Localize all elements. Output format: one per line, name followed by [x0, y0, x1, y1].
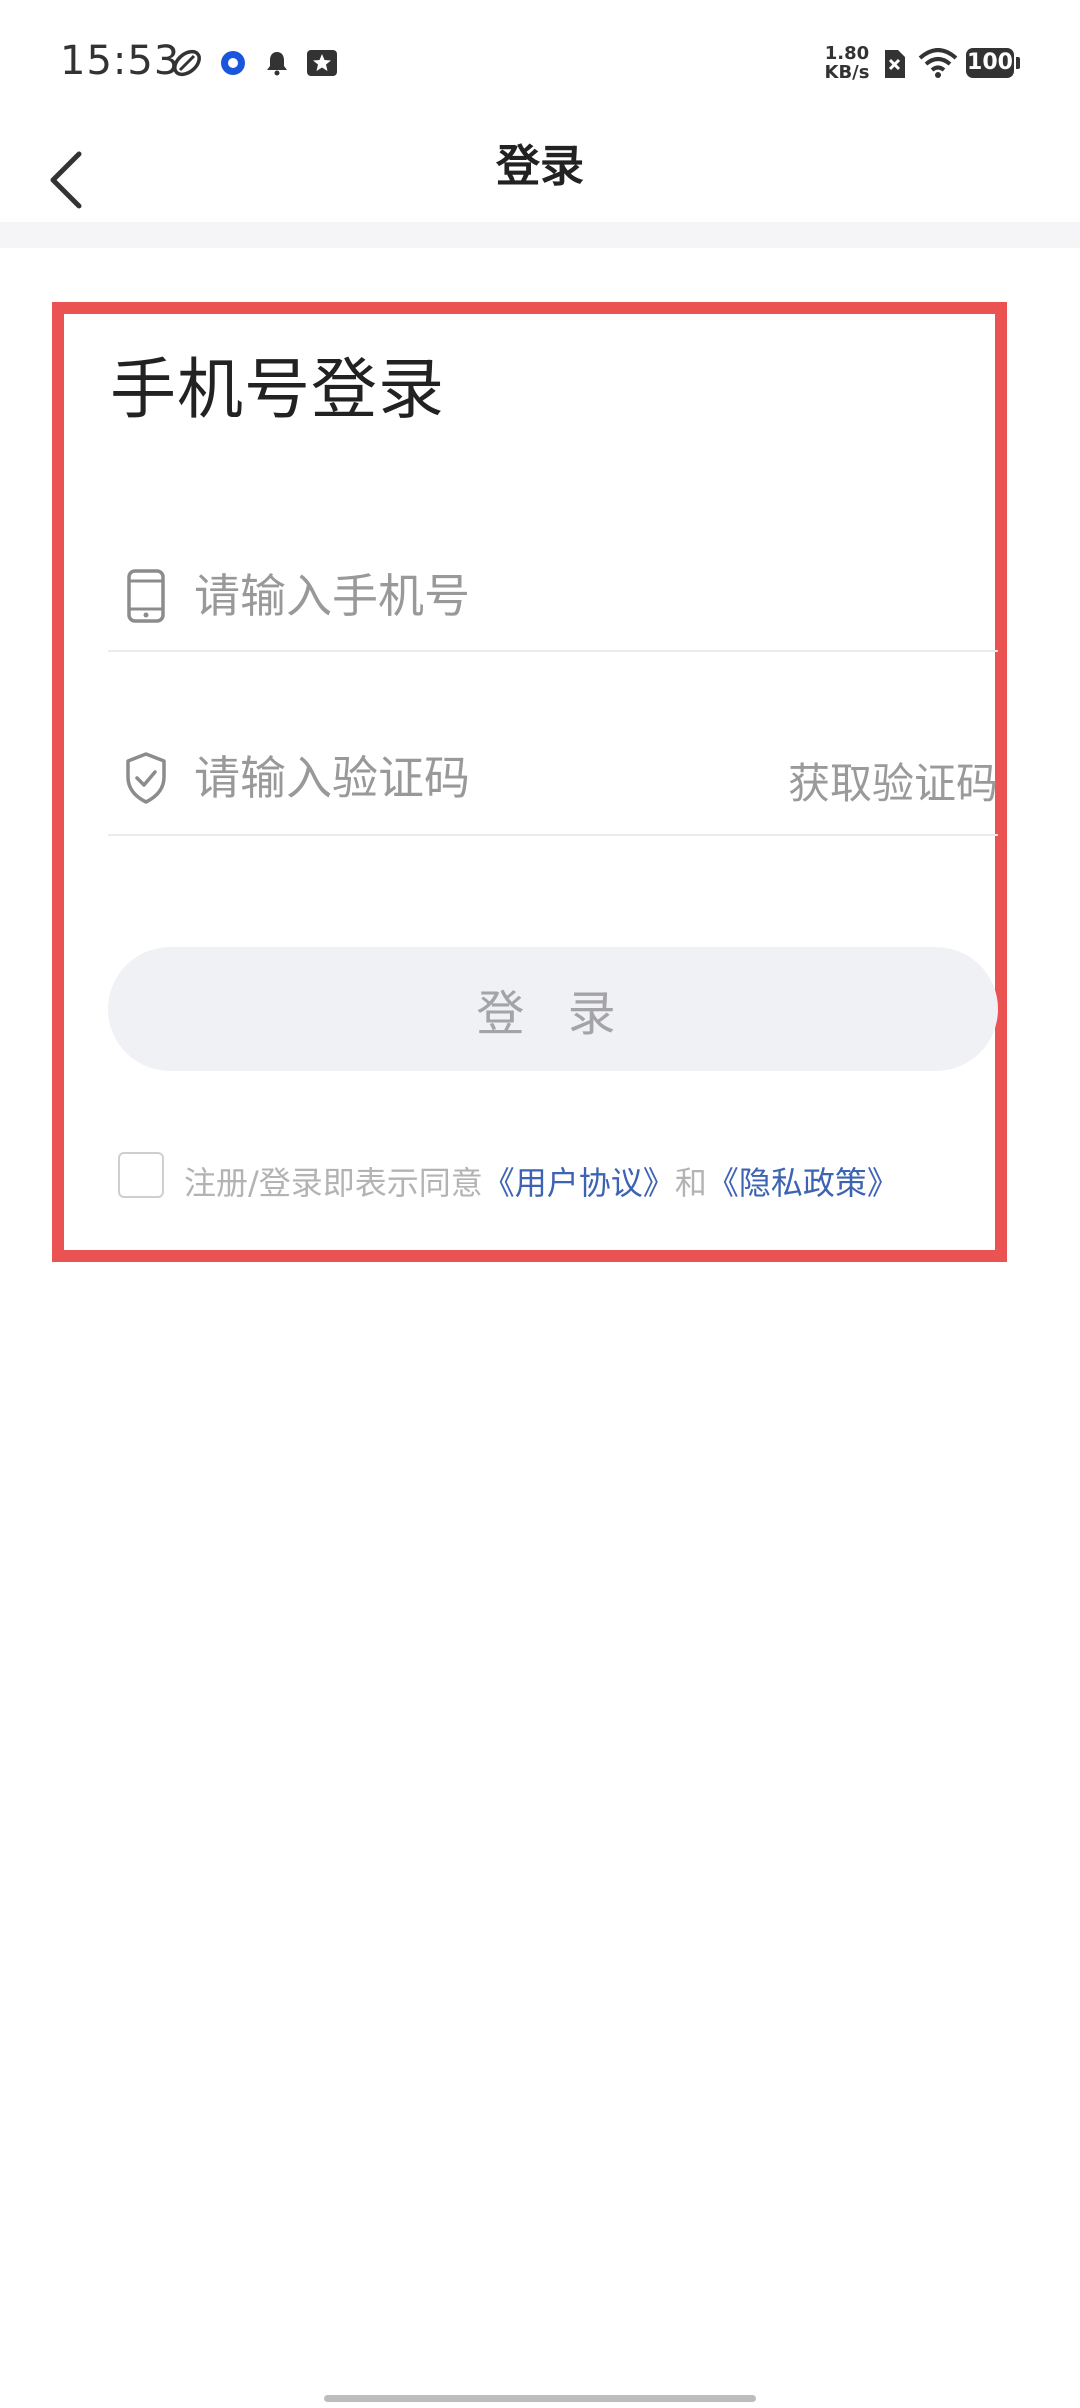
network-speed-unit: KB/s	[824, 62, 870, 83]
wifi-icon	[916, 46, 960, 80]
agreement-text: 注册/登录即表示同意《用户协议》和《隐私政策》	[184, 1158, 899, 1204]
status-bar: 15:53 1.80 KB/s 100	[0, 0, 1080, 130]
battery-tip	[1016, 57, 1020, 69]
get-code-button[interactable]: 获取验证码	[788, 750, 998, 811]
nav-bar: 登录	[0, 130, 1080, 222]
battery-level: 100	[966, 48, 1014, 78]
shield-check-icon	[122, 748, 170, 808]
agreement-prefix: 注册/登录即表示同意	[184, 1164, 483, 1202]
rugby-ball-icon	[170, 46, 204, 80]
mobile-phone-icon	[122, 566, 170, 626]
form-heading: 手机号登录	[110, 351, 445, 428]
phone-field-row	[108, 544, 998, 652]
star-card-icon	[304, 46, 340, 80]
agreement-conjunction: 和	[674, 1164, 707, 1202]
network-speed-value: 1.80	[824, 43, 870, 64]
nav-divider	[0, 222, 1080, 248]
privacy-policy-link[interactable]: 《隐私政策》	[707, 1164, 899, 1202]
agreement-checkbox[interactable]	[118, 1152, 164, 1198]
blue-circle-app-icon	[218, 48, 248, 78]
bell-icon	[262, 48, 292, 78]
code-field-row: 获取验证码	[108, 726, 998, 836]
login-button[interactable]: 登 录	[108, 947, 998, 1071]
sim-off-icon	[880, 48, 908, 80]
chevron-left-icon	[45, 150, 85, 214]
user-agreement-link[interactable]: 《用户协议》	[483, 1164, 675, 1202]
network-speed: 1.80 KB/s	[820, 44, 874, 82]
verification-code-input[interactable]	[194, 746, 754, 810]
home-indicator[interactable]	[324, 2395, 756, 2402]
login-form-highlight: 手机号登录 获取验证码 登 录 注册/登录即表示同意《用户协议》和《隐私政策》	[52, 302, 1007, 1262]
back-button[interactable]	[30, 142, 100, 222]
agreement-row: 注册/登录即表示同意《用户协议》和《隐私政策》	[118, 1152, 978, 1204]
page-title: 登录	[496, 141, 584, 192]
status-time: 15:53	[60, 38, 181, 84]
phone-input[interactable]	[194, 564, 754, 628]
